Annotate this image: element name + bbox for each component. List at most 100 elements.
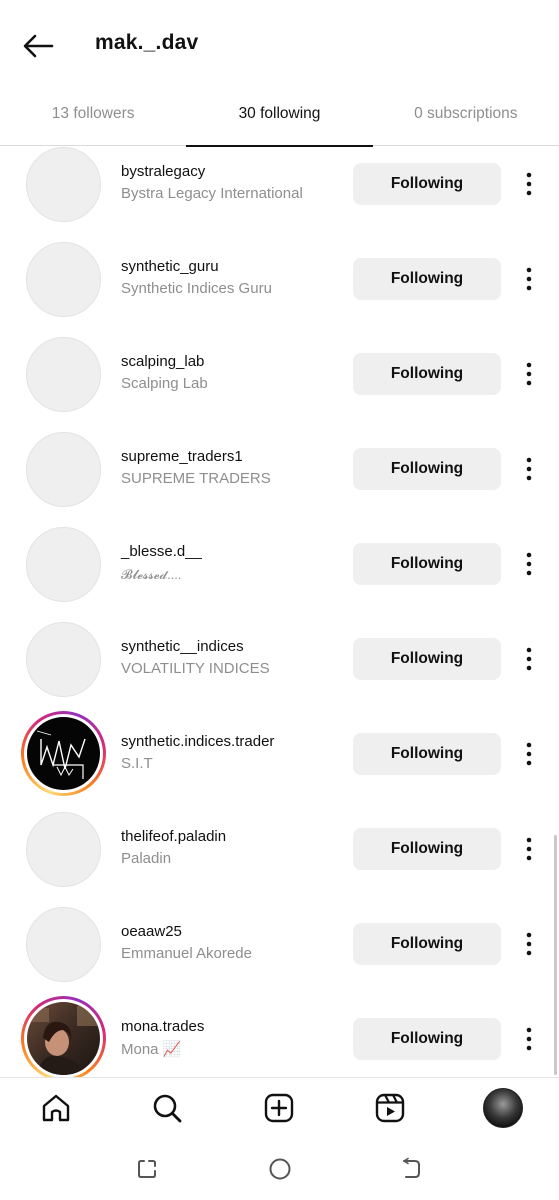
reels-icon (375, 1093, 405, 1123)
full-name: VOLATILITY INDICES (121, 660, 270, 677)
username[interactable]: synthetic_guru (121, 258, 219, 275)
more-vertical-icon (526, 742, 532, 766)
username[interactable]: bystralegacy (121, 163, 205, 180)
more-options-button[interactable] (516, 163, 542, 205)
following-button[interactable]: Following (353, 1018, 501, 1060)
nav-home[interactable] (34, 1086, 78, 1130)
username[interactable]: thelifeof.paladin (121, 828, 226, 845)
more-options-button[interactable] (516, 638, 542, 680)
username[interactable]: synthetic__indices (121, 638, 244, 655)
more-vertical-icon (526, 267, 532, 291)
back-button[interactable] (18, 26, 58, 66)
following-button[interactable]: Following (353, 543, 501, 585)
nav-reels[interactable] (368, 1086, 412, 1130)
full-name: Paladin (121, 850, 172, 867)
back-icon (403, 1157, 420, 1178)
list-item[interactable]: synthetic__indices VOLATILITY INDICES Fo… (0, 622, 559, 717)
more-vertical-icon (526, 172, 532, 196)
avatar[interactable] (26, 527, 101, 602)
nav-create[interactable] (257, 1086, 301, 1130)
avatar-story-ring[interactable] (21, 996, 106, 1077)
more-vertical-icon (526, 362, 532, 386)
tab-subscriptions[interactable]: 0 subscriptions (373, 91, 559, 137)
avatar[interactable] (26, 432, 101, 507)
full-name: Scalping Lab (121, 375, 208, 392)
list-item[interactable]: thelifeof.paladin Paladin Following (0, 812, 559, 907)
list-item[interactable]: mona.trades Mona 📈 Following (0, 996, 559, 1077)
more-options-button[interactable] (516, 828, 542, 870)
more-vertical-icon (526, 457, 532, 481)
more-vertical-icon (526, 552, 532, 576)
more-options-button[interactable] (516, 353, 542, 395)
list-item[interactable]: synthetic_guru Synthetic Indices Guru Fo… (0, 242, 559, 337)
circle-home-icon (269, 1158, 291, 1180)
system-nav-bar (0, 1137, 559, 1200)
more-options-button[interactable] (516, 543, 542, 585)
profile-photo-icon (27, 1002, 100, 1075)
username[interactable]: mona.trades (121, 1018, 204, 1035)
avatar[interactable] (26, 242, 101, 317)
more-vertical-icon (526, 1027, 532, 1051)
following-button[interactable]: Following (353, 638, 501, 680)
list-item[interactable]: synthetic.indices.trader S.I.T Following (0, 711, 559, 812)
full-name: SUPREME TRADERS (121, 470, 271, 487)
full-name: Synthetic Indices Guru (121, 280, 272, 297)
more-options-button[interactable] (516, 448, 542, 490)
tab-following[interactable]: 30 following (186, 91, 373, 147)
more-options-button[interactable] (516, 923, 542, 965)
system-back-button[interactable] (390, 1149, 430, 1189)
following-button[interactable]: Following (353, 828, 501, 870)
header: mak._.dav (0, 0, 559, 90)
following-list: bystralegacy Bystra Legacy International… (0, 147, 559, 1077)
full-name: 𝓑𝓵𝓮𝓼𝓼𝓮𝓭.... (121, 567, 182, 582)
more-options-button[interactable] (516, 258, 542, 300)
list-item[interactable]: supreme_traders1 SUPREME TRADERS Followi… (0, 432, 559, 527)
username[interactable]: supreme_traders1 (121, 448, 243, 465)
full-name: Bystra Legacy International (121, 185, 303, 202)
avatar[interactable] (26, 147, 101, 222)
sit-logo-icon (27, 717, 100, 790)
username[interactable]: scalping_lab (121, 353, 204, 370)
tab-followers[interactable]: 13 followers (0, 91, 186, 137)
search-icon (153, 1094, 182, 1123)
avatar[interactable] (26, 812, 101, 887)
home-icon (42, 1094, 70, 1122)
username[interactable]: synthetic.indices.trader (121, 733, 274, 750)
following-button[interactable]: Following (353, 923, 501, 965)
avatar[interactable] (26, 622, 101, 697)
avatar-story-ring[interactable] (21, 711, 106, 796)
following-button[interactable]: Following (353, 163, 501, 205)
page-title: mak._.dav (95, 31, 199, 54)
avatar[interactable] (26, 337, 101, 412)
avatar (27, 1002, 100, 1075)
nav-search[interactable] (145, 1086, 189, 1130)
avatar[interactable] (26, 907, 101, 982)
recents-button[interactable] (128, 1149, 168, 1189)
following-button[interactable]: Following (353, 353, 501, 395)
plus-square-icon (264, 1093, 294, 1123)
list-item[interactable]: oeaaw25 Emmanuel Akorede Following (0, 907, 559, 1002)
more-options-button[interactable] (516, 1018, 542, 1060)
username[interactable]: _blesse.d__ (121, 543, 202, 560)
profile-avatar (483, 1088, 523, 1128)
more-options-button[interactable] (516, 733, 542, 775)
username[interactable]: oeaaw25 (121, 923, 182, 940)
following-button[interactable]: Following (353, 448, 501, 490)
full-name: S.I.T (121, 755, 153, 772)
scrollbar[interactable] (554, 835, 557, 1075)
arrow-left-icon (23, 34, 54, 58)
following-button[interactable]: Following (353, 733, 501, 775)
bottom-nav (0, 1077, 559, 1137)
more-vertical-icon (526, 837, 532, 861)
list-item[interactable]: scalping_lab Scalping Lab Following (0, 337, 559, 432)
more-vertical-icon (526, 932, 532, 956)
system-home-button[interactable] (260, 1149, 300, 1189)
full-name: Mona 📈 (121, 1041, 182, 1058)
recents-icon (138, 1160, 156, 1178)
list-item[interactable]: _blesse.d__ 𝓑𝓵𝓮𝓼𝓼𝓮𝓭.... Following (0, 527, 559, 622)
full-name: Emmanuel Akorede (121, 945, 252, 962)
following-button[interactable]: Following (353, 258, 501, 300)
nav-profile[interactable] (481, 1086, 525, 1130)
list-item[interactable]: bystralegacy Bystra Legacy International… (0, 147, 559, 242)
avatar (27, 717, 100, 790)
